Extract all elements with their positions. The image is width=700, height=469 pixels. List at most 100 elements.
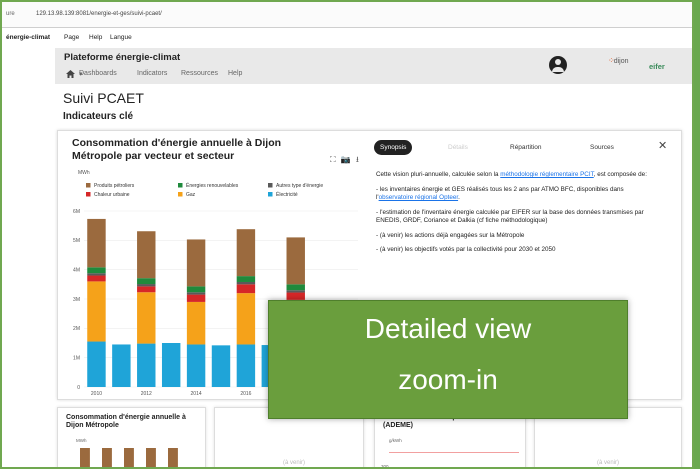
- y-tick-label: 6M: [73, 209, 80, 215]
- y-tick-label: 0: [77, 385, 80, 391]
- camera-icon[interactable]: 📷: [341, 155, 351, 164]
- synopsis-text-run: , est composée de:: [593, 171, 647, 178]
- chart-toolbar: ⛶ 📷 ⭳: [330, 154, 359, 168]
- bar-segment: [137, 292, 156, 344]
- bar-segment: [186, 301, 206, 345]
- x-tick-label: 2010: [91, 391, 102, 397]
- legend-label: Gaz: [186, 192, 196, 198]
- callout-line-1: Detailed view: [364, 313, 532, 344]
- tab-synopsis[interactable]: Synopsis: [374, 140, 413, 155]
- bar-segment: [87, 275, 106, 282]
- bar-segment: [137, 231, 156, 279]
- bar-segment: [236, 284, 256, 294]
- methodology-link[interactable]: méthodologie réglementaire PCIT: [500, 171, 593, 178]
- legend-label: Énergies renouvelables: [186, 182, 239, 189]
- detail-tabs: Synopsis Détails Répartition Sources: [374, 140, 674, 156]
- synopsis-text-run: .: [458, 194, 460, 201]
- menu-help[interactable]: Help: [89, 34, 102, 41]
- bar-segment: [137, 284, 156, 287]
- url-text[interactable]: 129.13.98.139:8081/energie-et-ges/suivi-…: [36, 11, 162, 17]
- bar-segment: [87, 267, 106, 274]
- x-tick-label: 2016: [240, 391, 251, 397]
- bar-segment: [186, 344, 206, 387]
- bar-segment: [186, 294, 206, 302]
- y-tick-label: 2M: [73, 326, 80, 332]
- address-prefix: ure: [6, 11, 15, 17]
- y-tick-label: 4M: [73, 267, 80, 273]
- bar-segment: [286, 292, 305, 300]
- bar-segment: [87, 218, 106, 268]
- x-tick-label: 2014: [191, 391, 202, 397]
- browser-window: ure 129.13.98.139:8081/energie-et-ges/su…: [0, 0, 694, 469]
- bar-segment: [236, 229, 256, 277]
- placeholder-text: (à venir): [283, 460, 306, 466]
- mini-bar: [102, 448, 112, 467]
- bar-segment: [211, 345, 231, 387]
- left-margin: [2, 46, 55, 467]
- y-unit-label: MWh: [78, 170, 90, 176]
- mini-bar: [124, 448, 134, 467]
- mini-card-unit: MWh: [76, 438, 87, 443]
- legend-swatch: [86, 183, 91, 188]
- synopsis-paragraph: - (à venir) les objectifs votés par la c…: [376, 246, 556, 253]
- home-icon[interactable]: [66, 70, 75, 80]
- gridline: [389, 467, 519, 468]
- legend-swatch: [268, 183, 273, 188]
- legend-swatch: [86, 192, 91, 197]
- mini-card-unit: g/kWh: [389, 438, 402, 443]
- legend-label: Chaleur urbaine: [94, 192, 130, 198]
- y-tick-label: 3M: [73, 297, 80, 303]
- bar-segment: [236, 281, 256, 285]
- opteer-link[interactable]: observatoire régional Opteer: [379, 194, 458, 201]
- mini-card-title: Consommation d'énergie annuelle à Dijon …: [66, 414, 186, 429]
- tab-details[interactable]: Détails: [442, 140, 474, 155]
- y-tick-label: 1M: [73, 355, 80, 361]
- app-title: Plateforme énergie-climat: [64, 52, 181, 63]
- synopsis-text: Cette vision pluri-annuelle, calculée se…: [376, 171, 656, 261]
- fullscreen-icon[interactable]: ⛶: [330, 155, 336, 164]
- close-icon[interactable]: ✕: [658, 139, 667, 152]
- mini-bar: [146, 448, 156, 467]
- bar-segment: [236, 344, 256, 387]
- bar-segment: [112, 344, 131, 387]
- app-menubar: énergie-climat Page Help Langue: [2, 28, 692, 46]
- legend-swatch: [178, 183, 183, 188]
- legend-label: Produits pétroliers: [94, 183, 135, 189]
- chart-title: Consommation d'énergie annuelle à Dijon …: [72, 137, 282, 162]
- bar-segment: [286, 290, 305, 293]
- callout-line-2: zoom-in: [398, 364, 498, 395]
- menu-langue[interactable]: Langue: [110, 34, 132, 41]
- synopsis-text-run: Cette vision pluri-annuelle, calculée se…: [376, 171, 501, 178]
- menu-page[interactable]: Page: [64, 34, 79, 41]
- address-bar[interactable]: ure 129.13.98.139:8081/energie-et-ges/su…: [2, 2, 692, 28]
- bar-segment: [161, 343, 181, 387]
- section-title: Indicateurs clé: [63, 111, 134, 122]
- download-icon[interactable]: ⭳: [356, 155, 359, 164]
- mini-bar: [168, 448, 178, 467]
- bar-segment: [236, 276, 256, 282]
- bar-segment: [186, 239, 206, 287]
- consumption-mini-card[interactable]: Consommation d'énergie annuelle à Dijon …: [57, 407, 206, 467]
- zoom-callout: Detailed view zoom-in: [268, 300, 628, 419]
- dijon-logo-text: dijon: [613, 58, 629, 65]
- bar-segment: [137, 286, 156, 293]
- legend-swatch: [268, 192, 273, 197]
- nav-ressources[interactable]: Ressources: [181, 70, 218, 77]
- chevron-down-icon: ▾: [79, 71, 83, 78]
- bar-segment: [286, 284, 305, 291]
- user-avatar-icon[interactable]: [549, 56, 567, 74]
- bar-segment: [236, 293, 256, 345]
- bar-segment: [286, 237, 305, 285]
- nav-dashboards-label: Dashboards: [79, 70, 117, 77]
- tab-repartition[interactable]: Répartition: [504, 140, 547, 155]
- page-title: Suivi PCAET: [63, 90, 144, 106]
- y-tick-label: 5M: [73, 238, 80, 244]
- bar-segment: [137, 278, 156, 285]
- nav-help[interactable]: Help: [228, 70, 242, 77]
- synopsis-paragraph: - les inventaires énergie et GES réalisé…: [376, 186, 656, 203]
- synopsis-paragraph: - l'estimation de l'inventaire énergie c…: [376, 208, 644, 225]
- mini-card-tick: 300: [381, 464, 389, 469]
- eifer-logo: eifer: [649, 62, 665, 71]
- nav-indicators[interactable]: Indicators: [137, 70, 167, 77]
- tab-sources[interactable]: Sources: [584, 140, 620, 155]
